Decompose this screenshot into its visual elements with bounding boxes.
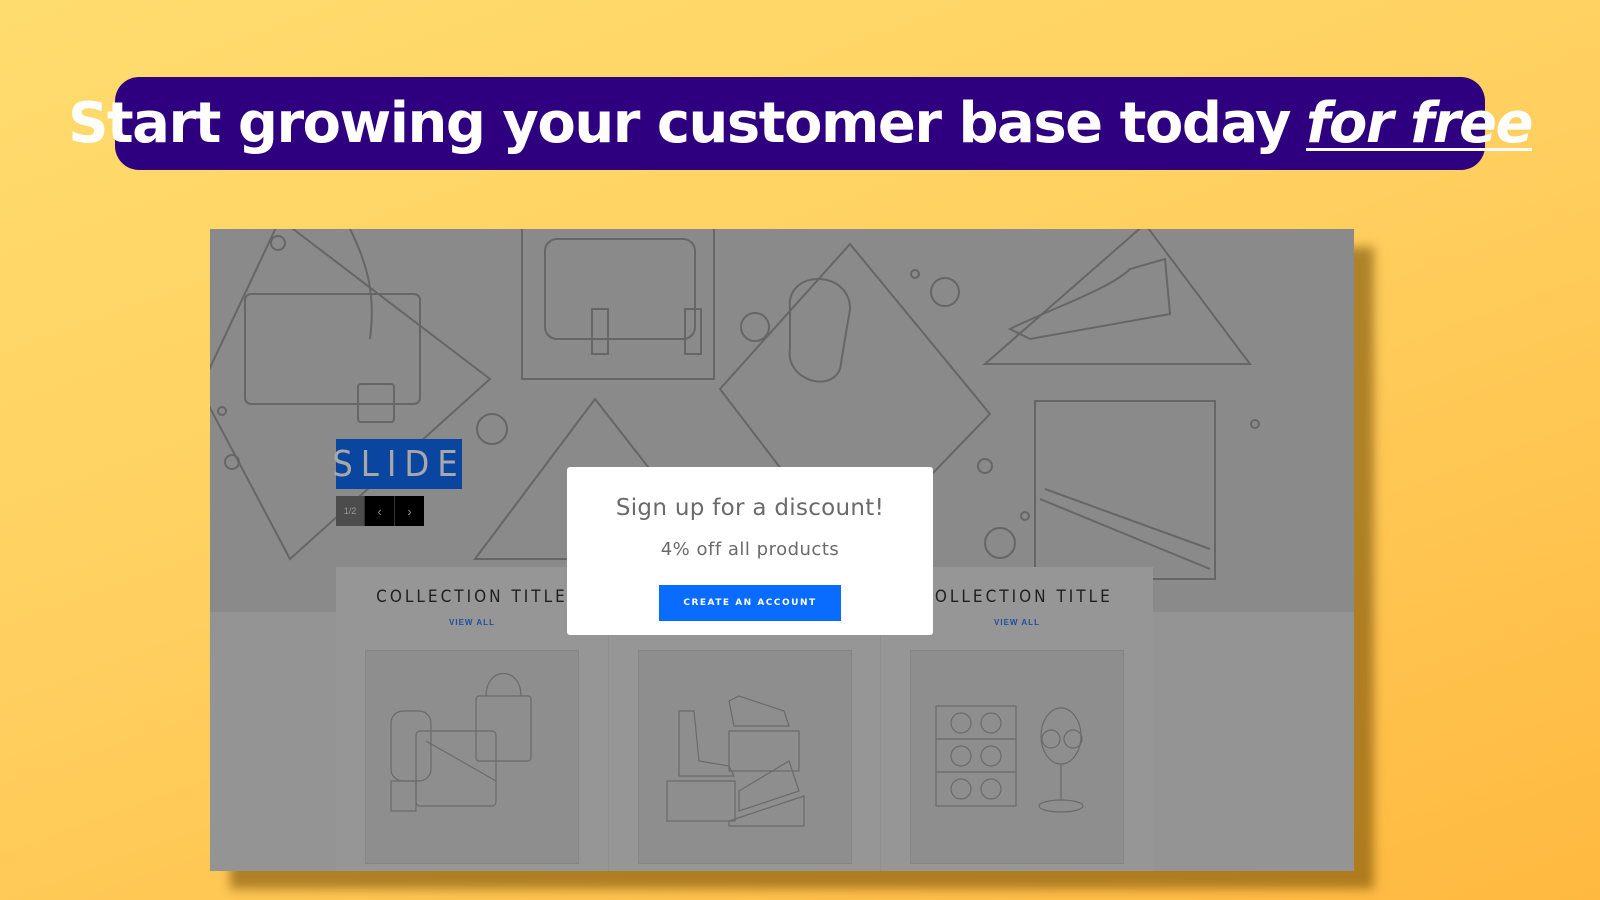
chevron-left-icon: ‹	[377, 503, 382, 519]
slide-next-button[interactable]: ›	[394, 496, 424, 526]
slideshow-controls: 1/2 ‹ ›	[336, 496, 424, 526]
glasses-illustration[interactable]	[910, 650, 1124, 864]
slide-heading: SLIDE	[332, 439, 462, 489]
headline-emphasis: for free	[1306, 91, 1533, 156]
popup-subtitle: 4% off all products	[660, 539, 840, 560]
shoes-illustration[interactable]	[638, 650, 852, 864]
discount-popup: Sign up for a discount! 4% off all produ…	[567, 467, 933, 635]
promo-headline: Start growing your customer base today f…	[68, 77, 1533, 170]
popup-title: Sign up for a discount!	[615, 495, 885, 521]
headline-text: Start growing your customer base today	[68, 91, 1291, 156]
bags-illustration[interactable]	[365, 650, 579, 864]
slide-prev-button[interactable]: ‹	[364, 496, 394, 526]
chevron-right-icon: ›	[407, 503, 412, 519]
create-account-button[interactable]: CREATE AN ACCOUNT	[659, 585, 841, 621]
slide-counter: 1/2	[336, 496, 364, 526]
